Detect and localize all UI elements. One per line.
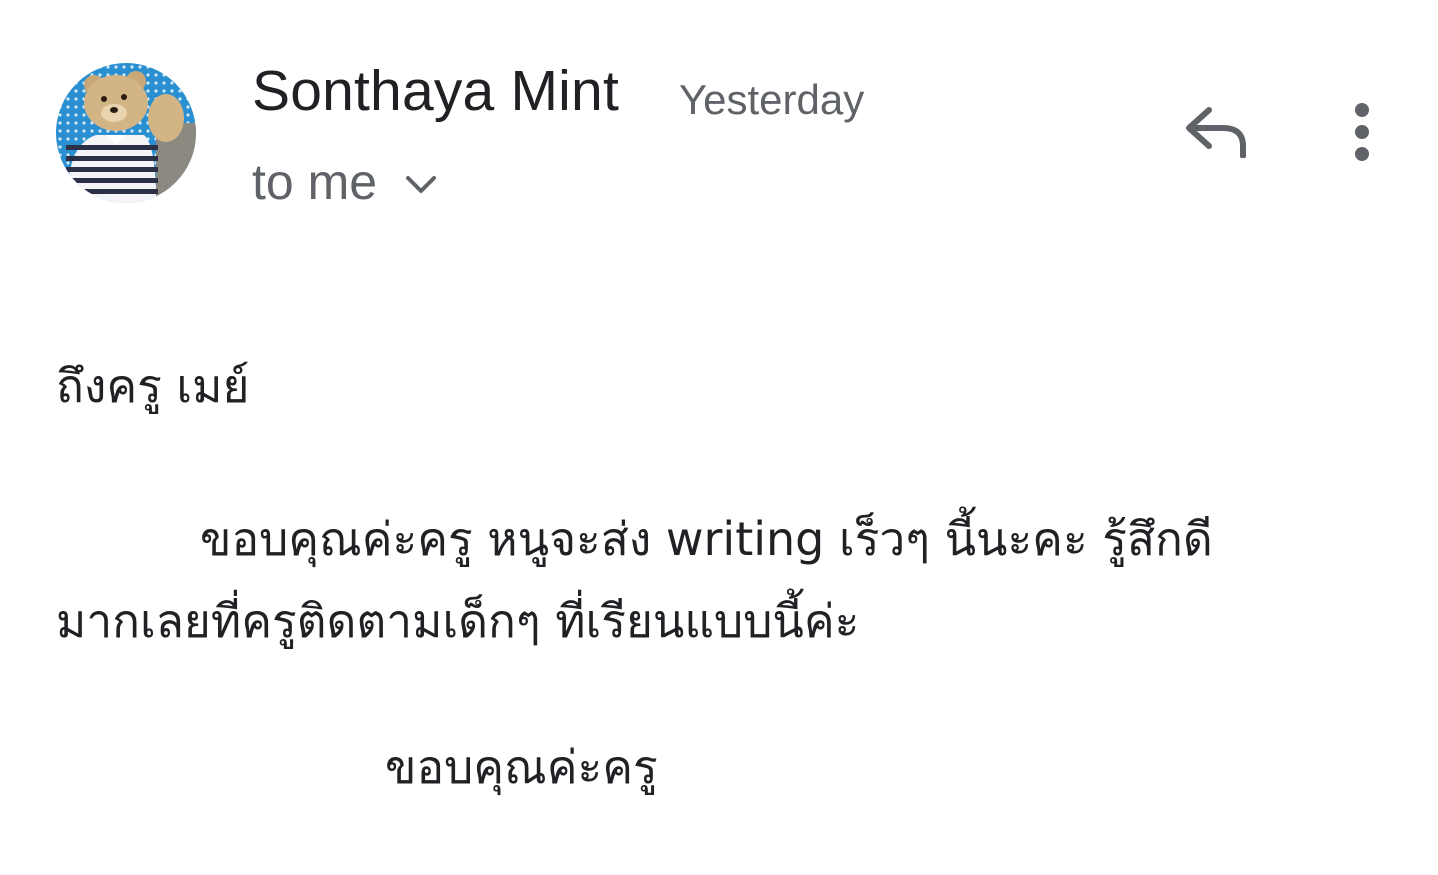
more-vert-icon: [1355, 103, 1369, 161]
message-timestamp: Yesterday: [679, 76, 865, 123]
recipient-details-toggle[interactable]: to me: [252, 153, 437, 211]
recipient-label: to me: [252, 154, 378, 210]
sender-avatar[interactable]: [56, 63, 196, 203]
message-paragraph-line-1: ขอบคุณค่ะครู หนูจะส่ง writing เร็วๆ นี้น…: [200, 512, 1213, 566]
message-paragraph-line-2: มากเลยที่ครูติดตามเด็กๆ ที่เรียนแบบนี้ค่…: [56, 594, 860, 648]
sender-name: Sonthaya Mint: [252, 59, 619, 123]
reply-icon: [1186, 107, 1246, 158]
chevron-down-icon: [405, 175, 437, 195]
more-options-button[interactable]: [1332, 97, 1392, 167]
reply-button[interactable]: [1176, 97, 1256, 167]
message-closing: ขอบคุณค่ะครู: [385, 740, 658, 794]
teddy-bear-avatar-icon: [56, 63, 196, 203]
message-greeting: ถึงครู เมย์: [56, 359, 250, 413]
